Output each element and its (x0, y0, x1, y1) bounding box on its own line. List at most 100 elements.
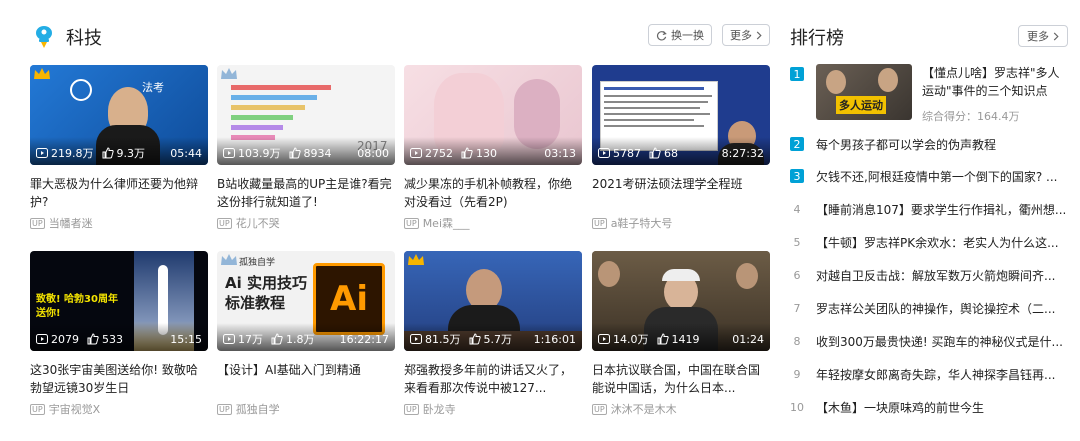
more-label: 更多 (730, 29, 752, 42)
ranking-item[interactable]: 4 【睡前消息107】要求学生行作揖礼，衢州想... (790, 199, 1070, 219)
video-card[interactable]: 2752 130 03:13 减少果冻的手机补帧教程，你绝对没看过（先看2P) … (404, 65, 582, 235)
view-count: 5787 (613, 146, 641, 160)
ranking-more-label: 更多 (1027, 30, 1049, 43)
up-icon: UP (217, 403, 232, 415)
chevron-right-icon (756, 30, 762, 40)
uploader-name: 当幡者迷 (48, 217, 93, 230)
ranking-item-title[interactable]: 每个男孩子都可以学会的伪声教程 (816, 136, 996, 153)
ranking-item[interactable]: 8 收到300万最贵快递! 买跑车的神秘仪式是什... (790, 331, 1070, 351)
refresh-icon (656, 30, 667, 40)
ranking-item[interactable]: 10 【木鱼】一块原味鸡的前世今生 (790, 397, 1070, 417)
video-title[interactable]: 减少果冻的手机补帧教程，你绝对没看过（先看2P) (404, 175, 582, 211)
ranking-item-title[interactable]: 【懂点儿啥】罗志祥"多人运动"事件的三个知识点 (922, 64, 1070, 100)
video-card[interactable]: 致敬! 哈勃30周年 送你! 2079 533 15:15 这30张宇宙美图送给… (30, 251, 208, 421)
video-title[interactable]: B站收藏量最高的UP主是谁?看完这份排行就知道了! (217, 175, 395, 211)
duration: 05:44 (170, 146, 202, 160)
video-card[interactable]: 14.0万 1419 01:24 日本抗议联合国，中国在联合国能说中国话，为什么… (592, 251, 770, 421)
ranking-item-title[interactable]: 对越自卫反击战：解放军数万火箭炮瞬间齐... (816, 267, 1055, 284)
video-thumbnail[interactable]: 孤独自学 Ai 实用技巧 标准教程 Ai 17万 1.8万 16:22:17 (217, 251, 395, 351)
video-card[interactable]: 81.5万 5.7万 1:16:01 郑强教授多年前的讲话又火了，来看看那次传说… (404, 251, 582, 421)
rank-number: 10 (790, 400, 804, 414)
video-title[interactable]: 罪大恶极为什么律师还要为他辩护? (30, 175, 208, 211)
section-header: 科技 换一换 更多 (30, 20, 770, 52)
video-thumbnail[interactable]: 致敬! 哈勃30周年 送你! 2079 533 15:15 (30, 251, 208, 351)
video-title[interactable]: 日本抗议联合国，中国在联合国能说中国话，为什么日本... (592, 361, 770, 397)
video-thumbnail[interactable]: 14.0万 1419 01:24 (592, 251, 770, 351)
duration: 08:00 (357, 146, 389, 160)
more-button[interactable]: 更多 (722, 24, 770, 46)
uploader[interactable]: UP Mei霖___ (404, 215, 582, 231)
like-icon (469, 333, 481, 345)
ranking-item[interactable]: 6 对越自卫反击战：解放军数万火箭炮瞬间齐... (790, 265, 1070, 285)
view-count: 2752 (425, 146, 453, 160)
like-count: 9.3万 (116, 147, 146, 160)
uploader-name: 卧龙寺 (422, 403, 456, 416)
view-count: 219.8万 (51, 147, 94, 160)
rank-number: 1 (790, 67, 804, 81)
uploader[interactable]: UP 当幡者迷 (30, 215, 208, 231)
rank-number: 7 (793, 301, 801, 315)
uploader-name: Mei霖___ (422, 217, 470, 230)
video-card[interactable]: 孤独自学 Ai 实用技巧 标准教程 Ai 17万 1.8万 16:22:17 【… (217, 251, 395, 421)
like-icon (87, 333, 99, 345)
ranking-item-title[interactable]: 【木鱼】一块原味鸡的前世今生 (816, 399, 984, 416)
video-card[interactable]: 法考 219.8万 9.3万 05:44 罪大恶极为什么律师还要为他辩护? UP… (30, 65, 208, 235)
ranking-item[interactable]: 9 年轻按摩女郎离奇失踪，华人神探李昌钰再... (790, 364, 1070, 384)
play-count-icon (36, 334, 48, 344)
video-title[interactable]: 【设计】AI基础入门到精通 (217, 361, 395, 397)
play-count-icon (410, 334, 422, 344)
uploader[interactable]: UP a鞋子特大号 (592, 215, 770, 231)
ranking-title: 排行榜 (790, 28, 844, 49)
ranking-item-title[interactable]: 罗志祥公关团队的神操作，舆论操控术（二... (816, 300, 1055, 317)
uploader[interactable]: UP 花儿不哭 (217, 215, 395, 231)
thumb-brand: 孤独自学 (239, 258, 276, 268)
video-thumbnail[interactable]: 法考 219.8万 9.3万 05:44 (30, 65, 208, 165)
thumb-text: 法考 (142, 81, 164, 94)
ranking-item-title[interactable]: 【睡前消息107】要求学生行作揖礼，衢州想... (816, 201, 1066, 218)
video-title[interactable]: 2021考研法硕法理学全程班 (592, 175, 770, 211)
ranking-item[interactable]: 3 欠钱不还,阿根廷疫情中第一个倒下的国家? ... (790, 166, 1070, 186)
crown-icon (408, 254, 424, 265)
ranking-more-button[interactable]: 更多 (1018, 25, 1068, 47)
thumb-text: 致敬! 哈勃30周年 送你! (36, 294, 118, 319)
video-title[interactable]: 郑强教授多年前的讲话又火了，来看看那次传说中被127... (404, 361, 582, 397)
play-count-icon (410, 148, 422, 158)
ranking-item-title[interactable]: 【牛顿】罗志祥PK余欢水：老实人为什么这... (816, 234, 1059, 251)
rank-number: 2 (790, 137, 804, 151)
uploader-name: 宇宙视觉X (48, 403, 101, 416)
shuffle-button[interactable]: 换一换 (648, 24, 712, 46)
ranking-item[interactable]: 7 罗志祥公关团队的神操作，舆论操控术（二... (790, 298, 1070, 318)
ranking-item-title[interactable]: 年轻按摩女郎离奇失踪，华人神探李昌钰再... (816, 366, 1055, 383)
section-title: 科技 (66, 28, 102, 49)
uploader[interactable]: UP 孤独自学 (217, 401, 395, 417)
video-title[interactable]: 这30张宇宙美图送给你! 致敬哈勃望远镜30岁生日 (30, 361, 208, 397)
ranking-item-title[interactable]: 收到300万最贵快递! 买跑车的神秘仪式是什... (816, 333, 1063, 350)
ranking-thumb-text: 多人运动 (836, 96, 886, 114)
tech-rocket-icon (36, 26, 52, 48)
view-count: 17万 (238, 333, 263, 346)
ranking-item-title[interactable]: 欠钱不还,阿根廷疫情中第一个倒下的国家? ... (816, 168, 1057, 185)
like-count: 8934 (303, 146, 332, 160)
video-thumbnail[interactable]: 2017 103.9万 8934 08:00 (217, 65, 395, 165)
ranking-thumbnail[interactable]: 多人运动 (816, 64, 912, 120)
video-thumbnail[interactable]: 2752 130 03:13 (404, 65, 582, 165)
play-count-icon (598, 148, 610, 158)
rank-number: 6 (793, 268, 801, 282)
like-icon (657, 333, 669, 345)
uploader[interactable]: UP 卧龙寺 (404, 401, 582, 417)
video-card[interactable]: 5787 68 8:27:32 2021考研法硕法理学全程班 UP a鞋子特大号 (592, 65, 770, 235)
ranking-item-first[interactable]: 1 多人运动 【懂点儿啥】罗志祥"多人运动"事件的三个知识点 综合得分：164.… (790, 64, 1070, 124)
ranking-item[interactable]: 2 每个男孩子都可以学会的伪声教程 (790, 134, 1070, 154)
ranking-item[interactable]: 5 【牛顿】罗志祥PK余欢水：老实人为什么这... (790, 232, 1070, 252)
chevron-right-icon (1053, 31, 1059, 41)
video-thumbnail[interactable]: 5787 68 8:27:32 (592, 65, 770, 165)
video-card[interactable]: 2017 103.9万 8934 08:00 B站收藏量最高的UP主是谁?看完这… (217, 65, 395, 235)
uploader[interactable]: UP 宇宙视觉X (30, 401, 208, 417)
shuffle-label: 换一换 (671, 29, 704, 42)
like-icon (271, 333, 283, 345)
video-thumbnail[interactable]: 81.5万 5.7万 1:16:01 (404, 251, 582, 351)
like-count: 68 (664, 146, 678, 160)
like-count: 130 (476, 146, 497, 160)
duration: 01:24 (732, 332, 764, 346)
uploader[interactable]: UP 沐沐不是木木 (592, 401, 770, 417)
